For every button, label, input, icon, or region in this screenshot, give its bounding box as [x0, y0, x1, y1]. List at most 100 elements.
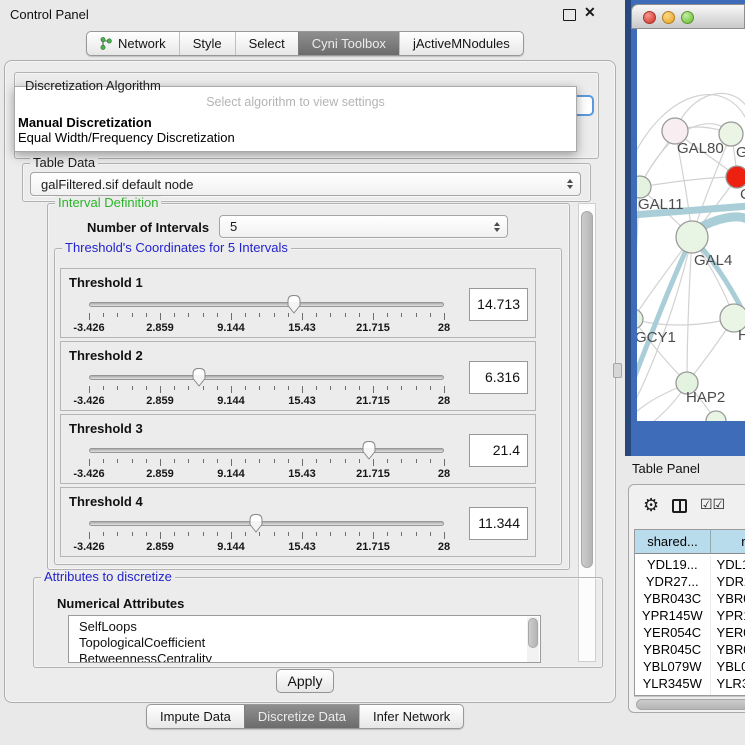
slider-tick — [89, 459, 90, 466]
slider-tick — [203, 532, 204, 536]
close-traffic-light[interactable] — [643, 11, 656, 24]
splitter-handle[interactable] — [613, 363, 622, 378]
algorithm-hint-option[interactable]: Select algorithm to view settings — [15, 95, 576, 109]
network-node[interactable] — [706, 411, 726, 421]
combo-arrows-icon — [567, 179, 573, 189]
column-layout-icon[interactable] — [672, 499, 687, 513]
slider-tick — [188, 313, 189, 317]
slider-track[interactable] — [89, 521, 444, 526]
numerical-attributes-label: Numerical Attributes — [57, 596, 184, 611]
table-row[interactable]: YLR345WYLR3 — [635, 675, 745, 692]
bottom-tab-discretize-data[interactable]: Discretize Data — [244, 705, 359, 728]
slider-tick — [316, 532, 317, 536]
slider-thumb[interactable] — [361, 440, 377, 460]
threshold-value-field[interactable]: 14.713 — [469, 288, 528, 321]
algorithm-option[interactable]: Equal Width/Frequency Discretization — [15, 130, 576, 145]
threshold-value-field[interactable]: 6.316 — [469, 361, 528, 394]
slider-tick — [245, 532, 246, 536]
table-row[interactable]: YER054CYER0 — [635, 624, 745, 641]
table-row[interactable]: YBL079WYBL0 — [635, 658, 745, 675]
tab-network[interactable]: Network — [87, 32, 179, 55]
table-row[interactable]: YBR043CYBR0 — [635, 590, 745, 607]
slider-tick — [160, 459, 161, 466]
bottom-tab-infer-network[interactable]: Infer Network — [359, 705, 463, 728]
slider-tick-label: 2.859 — [146, 395, 174, 407]
table-row[interactable]: YBR045CYBR0 — [635, 641, 745, 658]
slider-tick — [231, 313, 232, 320]
table-hscrollbar-thumb[interactable] — [636, 699, 745, 710]
slider-tick-label: 28 — [438, 322, 450, 334]
slider-tick — [245, 386, 246, 390]
slider-tick — [146, 459, 147, 463]
table-settings-gear-icon[interactable]: ⚙ — [643, 495, 659, 516]
bottom-tab-label: Infer Network — [373, 709, 450, 724]
slider-track[interactable] — [89, 302, 444, 307]
threshold-label: Threshold 2 — [69, 348, 143, 363]
slider-thumb[interactable] — [248, 513, 264, 533]
float-window-icon[interactable] — [563, 9, 576, 21]
slider-thumb[interactable] — [286, 294, 302, 314]
attribute-list-item[interactable]: SelfLoops — [69, 619, 540, 635]
attributes-scrollbar-thumb[interactable] — [528, 618, 538, 648]
tab-select[interactable]: Select — [235, 32, 298, 55]
algorithm-option[interactable]: Manual Discretization — [15, 115, 576, 130]
tab-label: jActiveMNodules — [413, 36, 510, 51]
bottom-tab-impute-data[interactable]: Impute Data — [147, 705, 244, 728]
network-node[interactable] — [676, 221, 708, 253]
slider-tick — [444, 386, 445, 393]
zoom-traffic-light[interactable] — [681, 11, 694, 24]
combo-arrows-icon — [494, 222, 500, 232]
bottom-tab-label: Discretize Data — [258, 709, 346, 724]
network-window-titlebar[interactable] — [631, 4, 745, 29]
slider-tick — [359, 313, 360, 317]
network-node[interactable] — [726, 166, 745, 188]
numerical-attributes-list[interactable]: SelfLoopsTopologicalCoefficientBetweenne… — [68, 615, 541, 663]
table-row[interactable]: YIL052CYIL0 — [635, 692, 745, 695]
network-node[interactable] — [637, 309, 643, 329]
slider-tick — [132, 313, 133, 317]
tab-style[interactable]: Style — [179, 32, 235, 55]
slider-tick — [132, 459, 133, 463]
slider-tick-label: 15.43 — [288, 395, 316, 407]
minimize-traffic-light[interactable] — [662, 11, 675, 24]
network-node[interactable] — [637, 176, 651, 198]
table-horizontal-scrollbar[interactable] — [634, 696, 745, 710]
tab-cyni-toolbox[interactable]: Cyni Toolbox — [298, 32, 399, 55]
table-row[interactable]: YDL19...YDL1 — [635, 556, 745, 573]
cell-name: YDL1 — [711, 556, 745, 573]
close-icon[interactable]: ✕ — [584, 4, 596, 21]
slider-tick — [345, 532, 346, 536]
threshold-value-field[interactable]: 21.4 — [469, 434, 528, 467]
table-row[interactable]: YPR145WYPR1 — [635, 607, 745, 624]
tab-jactivemnodules[interactable]: jActiveMNodules — [399, 32, 523, 55]
apply-button[interactable]: Apply — [276, 669, 334, 693]
network-node-label: HAP2 — [686, 389, 725, 406]
slider-track[interactable] — [89, 375, 444, 380]
slider-tick — [160, 386, 161, 393]
threshold-value-field[interactable]: 11.344 — [469, 507, 528, 540]
slider-track[interactable] — [89, 448, 444, 453]
slider-tick — [401, 459, 402, 463]
network-graph: GAL80GACGAL11GAL4GCY1HHAP2 — [637, 29, 745, 421]
column-header-name[interactable]: na — [711, 530, 745, 554]
attributes-list-scrollbar[interactable] — [527, 617, 539, 662]
settings-scrollbar-thumb[interactable] — [581, 211, 593, 568]
slider-tick — [430, 386, 431, 390]
num-intervals-value: 5 — [230, 219, 237, 234]
attribute-list-item[interactable]: TopologicalCoefficient — [69, 635, 540, 651]
select-all-checkbox-icon[interactable]: ☑☑ — [700, 497, 725, 513]
network-canvas[interactable]: GAL80GACGAL11GAL4GCY1HHAP2 — [637, 29, 745, 421]
slider-tick — [373, 313, 374, 320]
column-header-shared-name[interactable]: shared... — [635, 530, 711, 554]
table-panel: ⚙ ☑☑ shared... na YDL19...YDL1YDR27...YD… — [628, 484, 745, 713]
num-intervals-combo[interactable]: 5 — [219, 215, 508, 238]
attribute-list-item[interactable]: BetweennessCentrality — [69, 651, 540, 663]
slider-tick — [231, 459, 232, 466]
table-data-combo[interactable]: galFiltered.sif default node — [30, 172, 581, 196]
threshold-label: Threshold 1 — [69, 275, 143, 290]
table-row[interactable]: YDR27...YDR2 — [635, 573, 745, 590]
cell-name: YBL0 — [711, 658, 745, 675]
tab-label: Select — [249, 36, 285, 51]
slider-thumb[interactable] — [191, 367, 207, 387]
cell-name: YIL0 — [711, 692, 745, 695]
